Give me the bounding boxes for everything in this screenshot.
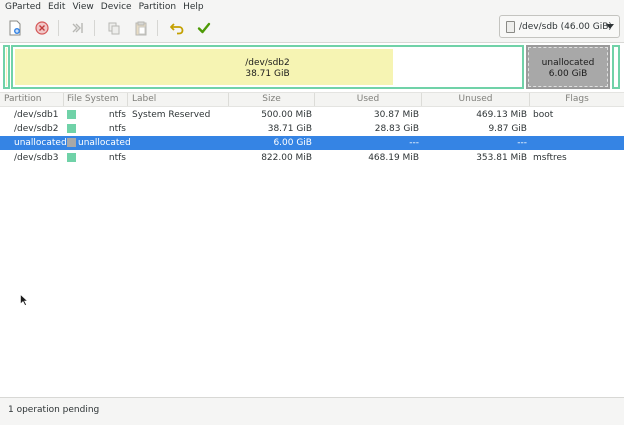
delete-icon: [35, 21, 49, 35]
mouse-cursor-icon: [20, 294, 28, 306]
partition-map: /dev/sdb2 38.71 GiB unallocated 6.00 GiB: [0, 43, 624, 92]
used-cell: ---: [409, 138, 419, 148]
unused-cell: 9.87 GiB: [488, 124, 527, 134]
partition-cell: /dev/sdb1: [14, 110, 59, 120]
toolbar-separator: [157, 20, 158, 36]
table-row[interactable]: /dev/sdb1 ntfs System Reserved 500.00 Mi…: [0, 108, 624, 122]
flags-cell: msftres: [533, 153, 567, 163]
size-cell: 822.00 MiB: [261, 153, 312, 163]
new-partition-button[interactable]: [5, 18, 25, 38]
disk-icon: [506, 20, 515, 33]
device-selector[interactable]: /dev/sdb (46.00 GiB): [499, 15, 620, 38]
column-header-label[interactable]: Label: [128, 93, 229, 106]
status-bar: 1 operation pending: [0, 397, 624, 425]
menu-edit[interactable]: Edit: [46, 0, 70, 14]
partition-map-sdb2-label: /dev/sdb2 38.71 GiB: [13, 58, 522, 80]
apply-icon: [197, 22, 211, 34]
partition-map-unallocated-name: unallocated: [541, 58, 595, 68]
size-cell: 6.00 GiB: [273, 138, 312, 148]
menu-partition[interactable]: Partition: [137, 0, 182, 14]
flags-cell: boot: [533, 110, 554, 120]
column-header-file-system[interactable]: File System: [64, 93, 128, 106]
resize-move-button[interactable]: [67, 18, 87, 38]
paste-button[interactable]: [131, 18, 151, 38]
menu-gparted[interactable]: GParted: [3, 0, 46, 14]
used-cell: 30.87 MiB: [373, 110, 419, 120]
table-row-selected[interactable]: unallocated unallocated 6.00 GiB --- ---: [0, 136, 624, 150]
unused-cell: ---: [517, 138, 527, 148]
menu-device[interactable]: Device: [99, 0, 137, 14]
undo-icon: [170, 23, 184, 35]
status-text: 1 operation pending: [8, 405, 100, 415]
filesystem-cell: ntfs: [108, 124, 126, 134]
partition-map-sdb2-size: 38.71 GiB: [245, 69, 290, 79]
resize-move-icon: [72, 23, 83, 33]
partition-map-unallocated-label: unallocated 6.00 GiB: [528, 58, 608, 80]
partition-cell: /dev/sdb2: [14, 124, 59, 134]
new-partition-icon: [9, 20, 21, 36]
column-header-used[interactable]: Used: [315, 93, 422, 106]
table-header: Partition File System Label Size Used Un…: [0, 92, 624, 107]
table-row[interactable]: /dev/sdb2 ntfs 38.71 GiB 28.83 GiB 9.87 …: [0, 122, 624, 136]
size-cell: 38.71 GiB: [267, 124, 312, 134]
partition-table: Partition File System Label Size Used Un…: [0, 92, 624, 397]
used-cell: 28.83 GiB: [374, 124, 419, 134]
used-cell: 468.19 MiB: [368, 153, 419, 163]
toolbar-separator: [94, 20, 95, 36]
partition-cell: unallocated: [14, 138, 67, 148]
partition-cell: /dev/sdb3: [14, 153, 59, 163]
size-cell: 500.00 MiB: [261, 110, 312, 120]
apply-button[interactable]: [194, 18, 214, 38]
filesystem-color-swatch: [67, 124, 76, 133]
unused-cell: 469.13 MiB: [476, 110, 527, 120]
used-space-fill: [6, 48, 7, 86]
device-selector-label: /dev/sdb (46.00 GiB): [519, 21, 612, 32]
delete-button[interactable]: [32, 18, 52, 38]
paste-icon: [135, 21, 147, 35]
partition-map-sdb1[interactable]: [3, 45, 10, 89]
toolbar-separator: [58, 20, 59, 36]
column-header-partition[interactable]: Partition: [0, 93, 64, 106]
filesystem-color-swatch: [67, 153, 76, 162]
undo-button[interactable]: [167, 18, 187, 38]
label-cell: System Reserved: [132, 110, 211, 120]
menu-help[interactable]: Help: [181, 0, 209, 14]
filesystem-cell: unallocated: [78, 138, 131, 148]
filesystem-cell: ntfs: [108, 153, 126, 163]
unused-cell: 353.81 MiB: [476, 153, 527, 163]
partition-map-unallocated-size: 6.00 GiB: [548, 69, 588, 79]
column-header-size[interactable]: Size: [229, 93, 315, 106]
menu-view[interactable]: View: [70, 0, 98, 14]
column-header-flags[interactable]: Flags: [530, 93, 624, 106]
partition-map-sdb2-name: /dev/sdb2: [245, 58, 290, 68]
filesystem-color-swatch: [67, 138, 76, 147]
filesystem-cell: ntfs: [108, 110, 126, 120]
column-header-unused[interactable]: Unused: [422, 93, 530, 106]
partition-map-unallocated[interactable]: unallocated 6.00 GiB: [526, 45, 610, 89]
partition-map-sdb3[interactable]: [612, 45, 620, 89]
table-row[interactable]: /dev/sdb3 ntfs 822.00 MiB 468.19 MiB 353…: [0, 151, 624, 165]
partition-map-sdb2[interactable]: /dev/sdb2 38.71 GiB: [11, 45, 524, 89]
menu-bar: GParted Edit View Device Partition Help: [0, 0, 624, 14]
copy-button[interactable]: [104, 18, 124, 38]
filesystem-color-swatch: [67, 110, 76, 119]
chevron-down-icon: [606, 24, 614, 29]
copy-icon: [108, 22, 120, 35]
